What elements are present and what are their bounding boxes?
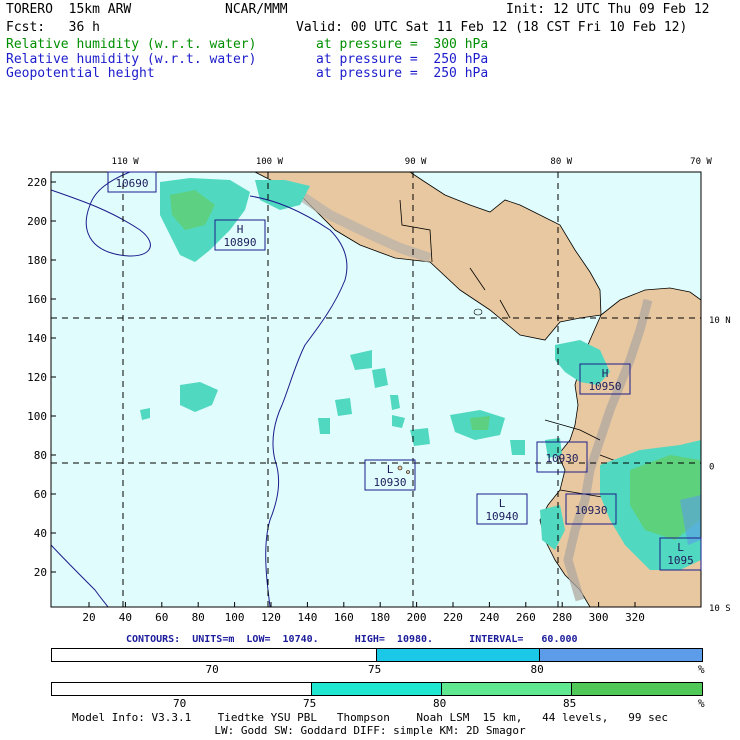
colorbar-label: 80 [530,663,544,676]
y-tick-label: 100 [27,410,47,423]
colorbar-unit: % [698,697,705,710]
model-info-line1: Model Info: V3.3.1 Tiedtke YSU PBL Thomp… [71,711,669,724]
y-tick-label: 60 [34,488,47,501]
colorbar-segment [442,683,572,695]
latitude-label: 0 [709,463,714,473]
x-tick-label: 80 [192,611,205,624]
pressure-center-value: 10950 [588,380,621,393]
pressure-center-letter: L [677,541,684,554]
weather-map: 110 W 100 W 90 W 80 W 70 W 10 N 0 10 S 20 40 60 80 1… [27,157,731,624]
x-tick-label: 20 [82,611,95,624]
y-tick-label: 160 [27,293,47,306]
model-info-line2: LW: Godd SW: Goddard DIFF: simple KM: 2D… [214,724,526,737]
longitude-label: 100 W [256,157,284,167]
pressure-center-letter: H [237,223,244,236]
y-tick-label: 200 [27,215,47,228]
colorbar-250hpa [51,648,703,662]
colorbar-segment [539,649,702,661]
x-tick-label: 200 [407,611,427,624]
colorbar-label: 70 [205,663,219,676]
pressure-center-letter: H [602,367,609,380]
colorbar-300hpa [51,682,703,696]
y-tick-label: 180 [27,254,47,267]
longitude-label: 70 W [690,157,712,167]
lake [473,308,483,316]
pressure-center-value: 1095 [667,554,694,567]
x-tick-label: 240 [479,611,499,624]
longitude-label: 110 W [112,157,140,167]
latitude-label: 10 N [709,316,731,326]
pressure-center-value: 10890 [223,236,256,249]
pressure-center-letter: L [387,463,394,476]
y-tick-label: 140 [27,332,47,345]
galapagos [406,470,410,474]
colorbar-label: 75 [303,697,317,710]
y-tick-label: 220 [27,176,47,189]
x-tick-label: 300 [589,611,609,624]
colorbar-label: 75 [368,663,382,676]
x-tick-label: 100 [225,611,245,624]
pressure-center-value: 10930 [545,452,578,465]
x-tick-label: 320 [625,611,645,624]
pressure-center-value: 10930 [373,476,406,489]
galapagos [397,465,403,471]
y-tick-label: 40 [34,527,47,540]
y-tick-label: 80 [34,449,47,462]
colorbar-label: 80 [433,697,447,710]
x-tick-label: 260 [516,611,536,624]
pressure-center-value: 10930 [574,504,607,517]
colorbar-label: 70 [173,697,187,710]
colorbar-segment [572,683,702,695]
latitude-label: 10 S [709,604,731,614]
colorbar-segment [312,683,442,695]
longitude-label: 90 W [405,157,427,167]
y-tick-label: 20 [34,566,47,579]
y-tick-label: 120 [27,371,47,384]
pressure-center-letter: L [499,497,506,510]
pressure-center-value: 10940 [485,510,518,523]
colorbar-segment [52,649,377,661]
colorbar-segment [377,649,540,661]
x-tick-label: 220 [443,611,463,624]
contour-info: CONTOURS: UNITS=m LOW= 10740. HIGH= 1098… [126,634,578,645]
colorbar-unit: % [698,663,705,676]
colorbar-label: 85 [563,697,577,710]
x-tick-label: 280 [552,611,572,624]
x-tick-label: 40 [119,611,132,624]
pressure-center-value: 10690 [115,177,148,190]
colorbar-segment [52,683,312,695]
x-tick-label: 160 [334,611,354,624]
longitude-label: 80 W [550,157,572,167]
x-tick-label: 180 [370,611,390,624]
x-tick-label: 60 [155,611,168,624]
x-tick-label: 140 [297,611,317,624]
x-tick-label: 120 [261,611,281,624]
